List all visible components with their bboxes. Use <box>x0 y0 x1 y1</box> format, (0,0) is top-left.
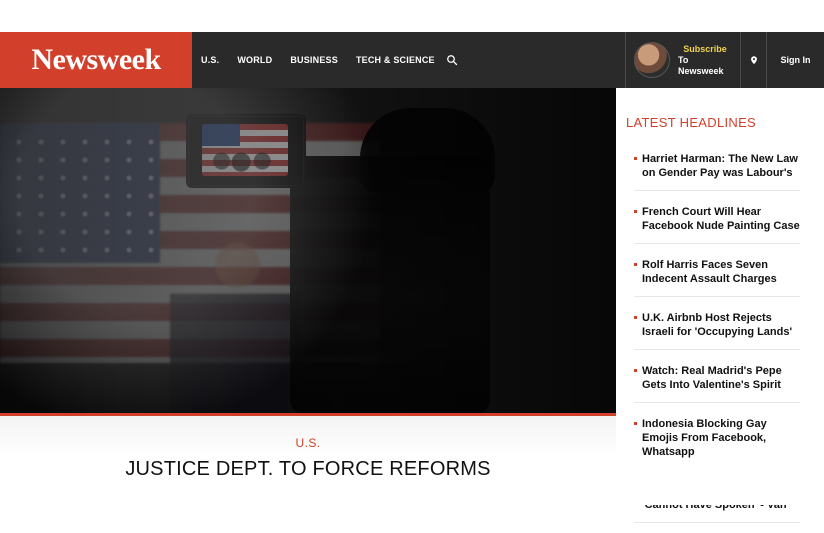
headline-link[interactable]: Rolf Harris Faces Seven Indecent Assault… <box>634 258 800 286</box>
location-pin-button[interactable] <box>740 32 766 88</box>
headline-item: Indonesia Blocking Gay Emojis From Faceb… <box>634 413 800 470</box>
headline-item: French Court Will Hear Facebook Nude Pai… <box>634 201 800 244</box>
nav-link-business[interactable]: BUSINESS <box>290 55 338 65</box>
subscribe-text: Subscribe To Newsweek <box>678 44 732 77</box>
header-tools: Subscribe To Newsweek Sign In <box>625 32 824 88</box>
latest-headlines-sidebar: LATEST HEADLINES Harriet Harman: The New… <box>616 88 824 523</box>
headline-link[interactable]: French Court Will Hear Facebook Nude Pai… <box>634 205 800 233</box>
nav-link-world[interactable]: WORLD <box>237 55 272 65</box>
subscribe-sublabel: To Newsweek <box>678 54 724 76</box>
subscribe-label: Subscribe <box>683 43 727 54</box>
primary-nav: U.S. WORLD BUSINESS TECH & SCIENCE <box>192 32 460 88</box>
sign-in-label: Sign In <box>780 55 811 65</box>
headline-link[interactable]: Indonesia Blocking Gay Emojis From Faceb… <box>634 417 800 459</box>
hero-headline[interactable]: JUSTICE DEPT. TO FORCE REFORMS <box>0 458 616 476</box>
hero-category[interactable]: U.S. <box>0 436 616 450</box>
avatar <box>634 42 670 78</box>
headline-link[interactable]: Harriet Harman: The New Law on Gender Pa… <box>634 152 800 180</box>
headline-item: U.K. Airbnb Host Rejects Israeli for 'Oc… <box>634 307 800 350</box>
newsweek-logo[interactable]: Newsweek <box>0 32 192 88</box>
hero-image[interactable] <box>0 88 616 414</box>
search-icon-svg <box>446 55 457 66</box>
nav-link-us[interactable]: U.S. <box>201 55 219 65</box>
headline-link[interactable]: U.K. Airbnb Host Rejects Israeli for 'Oc… <box>634 311 800 339</box>
headline-item: Watch: Real Madrid's Pepe Gets Into Vale… <box>634 360 800 403</box>
headline-item: Harriet Harman: The New Law on Gender Pa… <box>634 148 800 191</box>
top-navigation: Newsweek U.S. WORLD BUSINESS TECH & SCIE… <box>0 32 824 88</box>
sign-in-button[interactable]: Sign In <box>766 32 824 88</box>
hero-overlay <box>0 88 616 414</box>
subscribe-button[interactable]: Subscribe To Newsweek <box>625 32 740 88</box>
headline-link[interactable]: Watch: Real Madrid's Pepe Gets Into Vale… <box>634 364 800 392</box>
location-pin-icon <box>750 56 757 65</box>
headline-item: Rolf Harris Faces Seven Indecent Assault… <box>634 254 800 297</box>
sidebar-clip <box>616 468 824 505</box>
nav-link-tech-science[interactable]: TECH & SCIENCE <box>356 55 435 65</box>
search-icon[interactable] <box>444 52 460 68</box>
latest-headlines-title: LATEST HEADLINES <box>626 115 757 130</box>
